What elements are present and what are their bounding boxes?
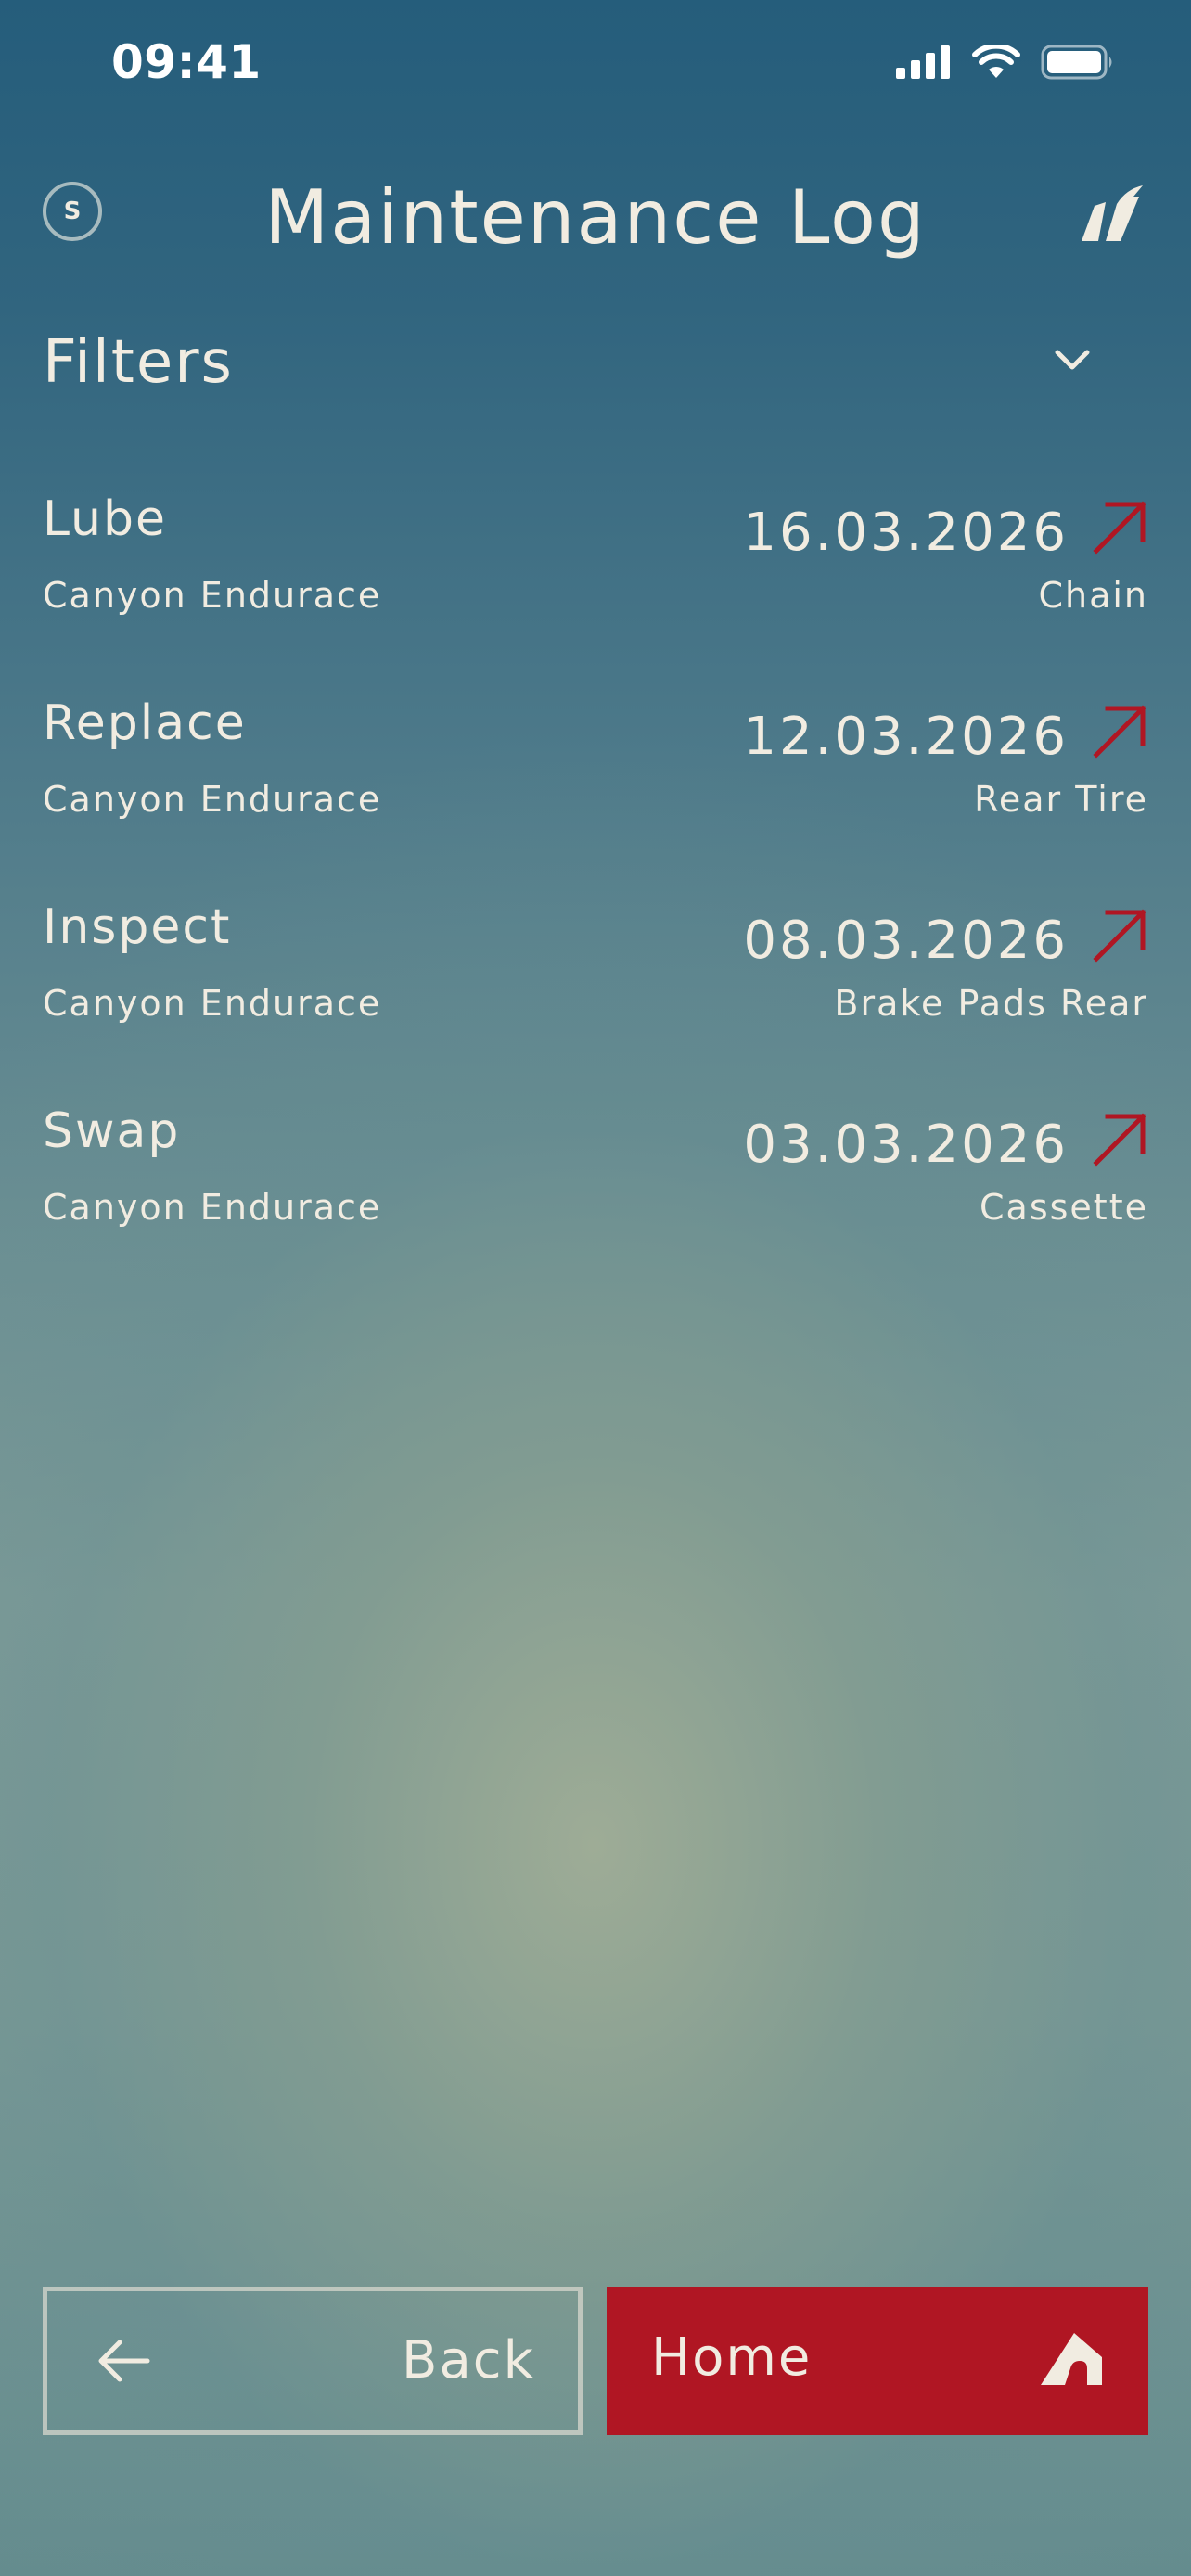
arrow-up-right-icon[interactable] [1091, 907, 1148, 964]
filters-dropdown[interactable]: Filters [43, 315, 1148, 408]
log-date: 12.03.2026 [743, 707, 1069, 767]
home-icon [1041, 2333, 1102, 2385]
chevron-down-icon[interactable] [1052, 341, 1093, 378]
back-button[interactable]: Back [43, 2287, 583, 2435]
status-time: 09:41 [111, 35, 262, 89]
battery-icon [1041, 45, 1112, 80]
log-date: 16.03.2026 [743, 503, 1069, 563]
log-component: Cassette [980, 1187, 1148, 1228]
log-action: Inspect [43, 899, 232, 955]
back-label: Back [402, 2330, 535, 2391]
log-component: Rear Tire [974, 779, 1148, 820]
log-action: Swap [43, 1103, 181, 1159]
log-date: 08.03.2026 [743, 911, 1069, 971]
log-action: Lube [43, 491, 168, 547]
log-entry[interactable]: Inspect Canyon Endurace 08.03.2026 Brake… [43, 890, 1148, 1094]
log-component: Chain [1038, 575, 1148, 616]
arrow-up-right-icon[interactable] [1091, 499, 1148, 556]
log-entry[interactable]: Replace Canyon Endurace 12.03.2026 Rear … [43, 686, 1148, 890]
log-bike: Canyon Endurace [43, 575, 382, 616]
arrow-up-right-icon[interactable] [1091, 703, 1148, 760]
log-entry[interactable]: Lube Canyon Endurace 16.03.2026 Chain [43, 482, 1148, 686]
log-date: 03.03.2026 [743, 1115, 1069, 1175]
status-icons [896, 45, 1115, 80]
home-button[interactable]: Home [607, 2287, 1148, 2435]
log-action: Replace [43, 695, 247, 751]
log-bike: Canyon Endurace [43, 779, 382, 820]
log-bike: Canyon Endurace [43, 1187, 382, 1228]
status-bar: 09:41 [0, 0, 1191, 139]
page-title: Maintenance Log [264, 174, 927, 261]
home-label: Home [651, 2327, 813, 2388]
cellular-signal-icon [896, 45, 950, 79]
filters-label: Filters [43, 328, 234, 397]
arrow-up-right-icon[interactable] [1091, 1111, 1148, 1168]
maintenance-log-list: Lube Canyon Endurace 16.03.2026 Chain Re… [43, 482, 1148, 1298]
wifi-icon [972, 45, 1020, 78]
header: S Maintenance Log [0, 158, 1191, 278]
log-bike: Canyon Endurace [43, 983, 382, 1024]
brand-logo-icon[interactable] [1078, 184, 1145, 245]
log-entry[interactable]: Swap Canyon Endurace 03.03.2026 Cassette [43, 1094, 1148, 1298]
log-component: Brake Pads Rear [834, 983, 1148, 1024]
arrow-left-icon [98, 2340, 150, 2382]
